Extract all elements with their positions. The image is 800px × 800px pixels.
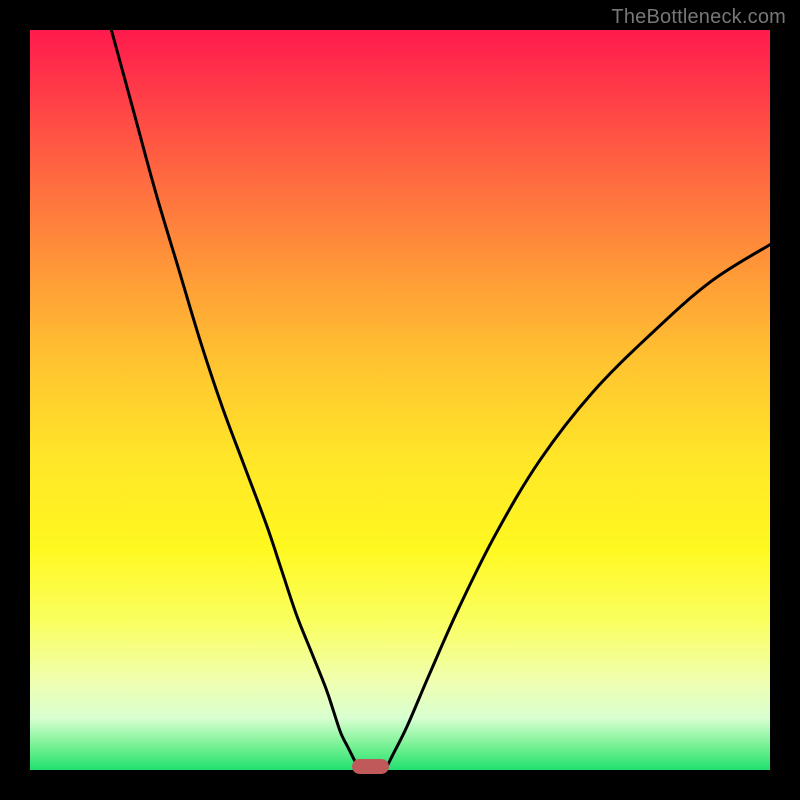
watermark-text: TheBottleneck.com	[611, 6, 786, 29]
curve-layer	[30, 30, 770, 770]
chart-frame: TheBottleneck.com	[0, 0, 800, 800]
plot-area	[30, 30, 770, 770]
bottleneck-marker	[352, 759, 389, 774]
curve-right-branch	[385, 245, 770, 770]
curve-left-branch	[111, 30, 359, 770]
